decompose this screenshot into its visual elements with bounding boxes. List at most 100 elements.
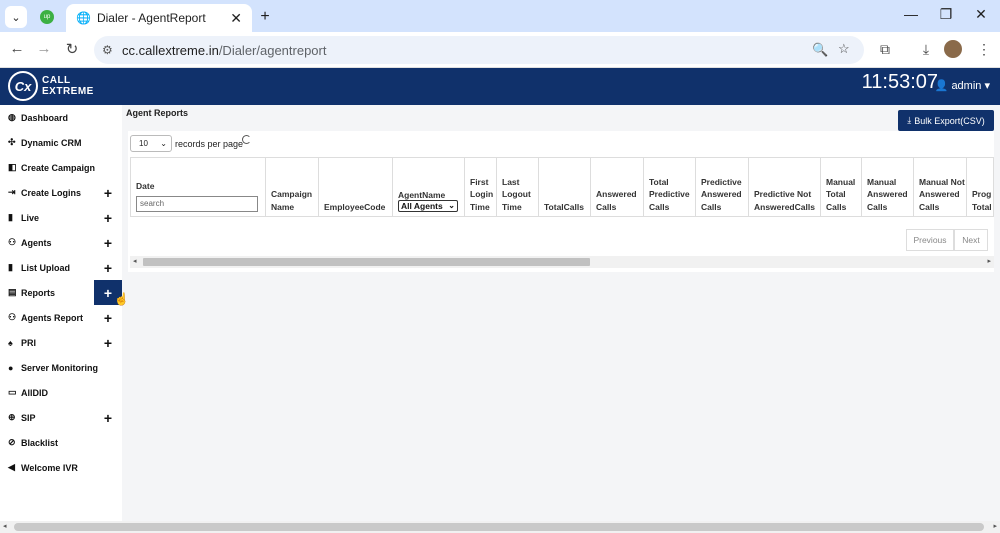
next-button[interactable]: Next [954, 229, 988, 251]
sidebar-item-sip[interactable]: ⊕ SIP + [0, 405, 122, 430]
column-header[interactable]: Manual Answered Calls [862, 158, 914, 216]
report-table: Date search Campaign Name EmployeeCode Agent… [130, 157, 994, 217]
sidebar-item-reports[interactable]: ▤ Reports + [0, 280, 122, 305]
sidebar-item-welcome-ivr[interactable]: ◀ Welcome IVR [0, 455, 122, 480]
bookmark-star-icon[interactable]: ☆ [838, 41, 850, 57]
loading-spinner-icon [242, 135, 251, 144]
expand-plus-icon[interactable]: + [94, 180, 122, 205]
globe-icon: 🌐 [76, 11, 91, 25]
column-header[interactable]: Predictive Answered Calls [696, 158, 749, 216]
sidebar-item-label: PRI [21, 337, 37, 348]
expand-plus-icon[interactable]: + [94, 205, 122, 230]
reload-icon[interactable]: ↻ [62, 40, 82, 58]
sidebar-item-agents-report[interactable]: ⚇ Agents Report + [0, 305, 122, 330]
column-header[interactable]: EmployeeCode [319, 158, 393, 216]
expand-plus-icon[interactable]: + [94, 405, 122, 430]
page-scroll-right-icon[interactable]: ▸ [993, 522, 997, 530]
column-header-label: Predictive Answered Calls [701, 176, 742, 212]
url-domain: cc.callextreme.in [122, 42, 219, 58]
column-header[interactable]: Prog Total [967, 158, 993, 216]
sidebar-item-label: Create Logins [21, 187, 82, 198]
column-header[interactable]: Total Predictive Calls [644, 158, 696, 216]
column-header[interactable]: AgentName All Agents ⌄ [393, 158, 465, 216]
column-header-label: TotalCalls [544, 201, 584, 212]
bell-icon: ♠ [8, 337, 13, 348]
extensions-puzzle-icon[interactable]: ⧉ [875, 41, 895, 58]
scroll-right-icon[interactable]: ▸ [987, 257, 991, 265]
page-title: Agent Reports [126, 108, 189, 118]
sidebar-item-label: Dynamic CRM [21, 137, 82, 148]
logo[interactable]: Cx CALL EXTREME [8, 71, 94, 101]
expand-plus-icon[interactable]: + [94, 330, 122, 355]
browser-tab-bar: ⌄ up 🌐 Dialer - AgentReport ✕ + — ❐ ✕ [0, 0, 1000, 32]
sidebar-item-dashboard[interactable]: ◍ Dashboard [0, 105, 122, 130]
menu-dots-icon[interactable]: ⋮ [974, 41, 994, 58]
column-header-label: Prog Total [972, 189, 992, 212]
page-scrollbar-thumb[interactable] [14, 523, 984, 531]
back-icon[interactable]: ← [7, 40, 27, 57]
minimize-icon[interactable]: — [901, 6, 921, 22]
column-header-label: Manual Answered Calls [867, 176, 908, 212]
extension-icon[interactable]: up [36, 6, 58, 28]
sidebar-item-agents[interactable]: ⚇ Agents + [0, 230, 122, 255]
column-header[interactable]: Answered Calls [591, 158, 644, 216]
sidebar-item-alldid[interactable]: ▭ AllDID [0, 380, 122, 405]
sidebar-item-label: Create Campaign [21, 162, 96, 173]
sidebar-item-create-campaign[interactable]: ◧ Create Campaign [0, 155, 122, 180]
column-header[interactable]: Campaign Name [266, 158, 319, 216]
sidebar-item-list-upload[interactable]: ▮ List Upload + [0, 255, 122, 280]
page-scroll-left-icon[interactable]: ◂ [3, 522, 7, 530]
expand-plus-icon[interactable]: + [94, 230, 122, 255]
sidebar-item-live[interactable]: ▮ Live + [0, 205, 122, 230]
previous-button[interactable]: Previous [906, 229, 954, 251]
new-tab-icon[interactable]: + [254, 6, 276, 28]
date-search-input[interactable]: search [136, 196, 258, 212]
dashboard-icon: ◍ [8, 112, 16, 122]
expand-plus-icon[interactable]: + [94, 305, 122, 330]
page-length-value: 10 [139, 139, 148, 148]
column-header-label: Predictive Not AnsweredCalls [754, 189, 815, 212]
column-header[interactable]: TotalCalls [539, 158, 591, 216]
sidebar-item-dynamic-crm[interactable]: ✣ Dynamic CRM [0, 130, 122, 155]
expand-plus-icon[interactable]: + [94, 255, 122, 280]
close-window-icon[interactable]: ✕ [971, 6, 991, 23]
column-header-label: Campaign Name [271, 189, 313, 212]
page-length-select[interactable]: 10 ⌄ [130, 135, 172, 152]
column-header[interactable]: Date search [131, 158, 266, 216]
forward-icon[interactable]: → [34, 40, 54, 57]
column-header[interactable]: First Login Time [465, 158, 497, 216]
page-horizontal-scrollbar[interactable]: ◂ ▸ [0, 521, 1000, 533]
scrollbar-thumb[interactable] [143, 258, 590, 266]
globe-icon: ⊕ [8, 412, 16, 422]
sidebar-item-server-monitoring[interactable]: ● Server Monitoring [0, 355, 122, 380]
address-bar[interactable]: ⚙ cc.callextreme.in/Dialer/agentreport 🔍… [94, 36, 864, 64]
table-horizontal-scrollbar[interactable]: ◂ ▸ [130, 256, 994, 268]
main-content: Agent Reports ⤓ Bulk Export(CSV) 10 ⌄ re… [122, 105, 1000, 521]
app-header: Cx CALL EXTREME 11:53:07 👤 admin ▾ [0, 68, 1000, 105]
column-header[interactable]: Predictive Not AnsweredCalls [749, 158, 821, 216]
column-header[interactable]: Manual Not Answered Calls [914, 158, 967, 216]
bulk-export-button[interactable]: ⤓ Bulk Export(CSV) [898, 110, 994, 131]
download-icon: ⤓ [907, 115, 912, 125]
site-settings-icon[interactable]: ⚙ [102, 43, 122, 57]
sidebar-item-pri[interactable]: ♠ PRI + [0, 330, 122, 355]
restore-icon[interactable]: ❐ [936, 6, 956, 23]
sidebar-item-label: Reports [21, 287, 56, 298]
download-icon[interactable]: ⤓ [916, 41, 936, 58]
column-header[interactable]: Manual Total Calls [821, 158, 862, 216]
sidebar-item-blacklist[interactable]: ⊘ Blacklist [0, 430, 122, 455]
scroll-left-icon[interactable]: ◂ [133, 257, 137, 265]
profile-avatar[interactable] [944, 40, 962, 58]
tab-search-chevron-icon[interactable]: ⌄ [5, 6, 27, 28]
column-header[interactable]: Last Logout Time [497, 158, 539, 216]
zoom-icon[interactable]: 🔍 [812, 42, 828, 58]
file-icon: ▮ [8, 212, 13, 222]
agent-filter-select[interactable]: All Agents ⌄ [398, 200, 458, 212]
ban-icon: ⊘ [8, 437, 16, 447]
sidebar-item-create-logins[interactable]: ⇥ Create Logins + [0, 180, 122, 205]
column-header-label: Last Logout Time [502, 176, 531, 212]
browser-tab[interactable]: 🌐 Dialer - AgentReport ✕ [66, 4, 252, 32]
sidebar: ◍ Dashboard ✣ Dynamic CRM ◧ Create Campaign ⇥ C… [0, 105, 122, 521]
user-menu[interactable]: 👤 admin ▾ [935, 79, 990, 92]
close-tab-icon[interactable]: ✕ [230, 10, 242, 27]
